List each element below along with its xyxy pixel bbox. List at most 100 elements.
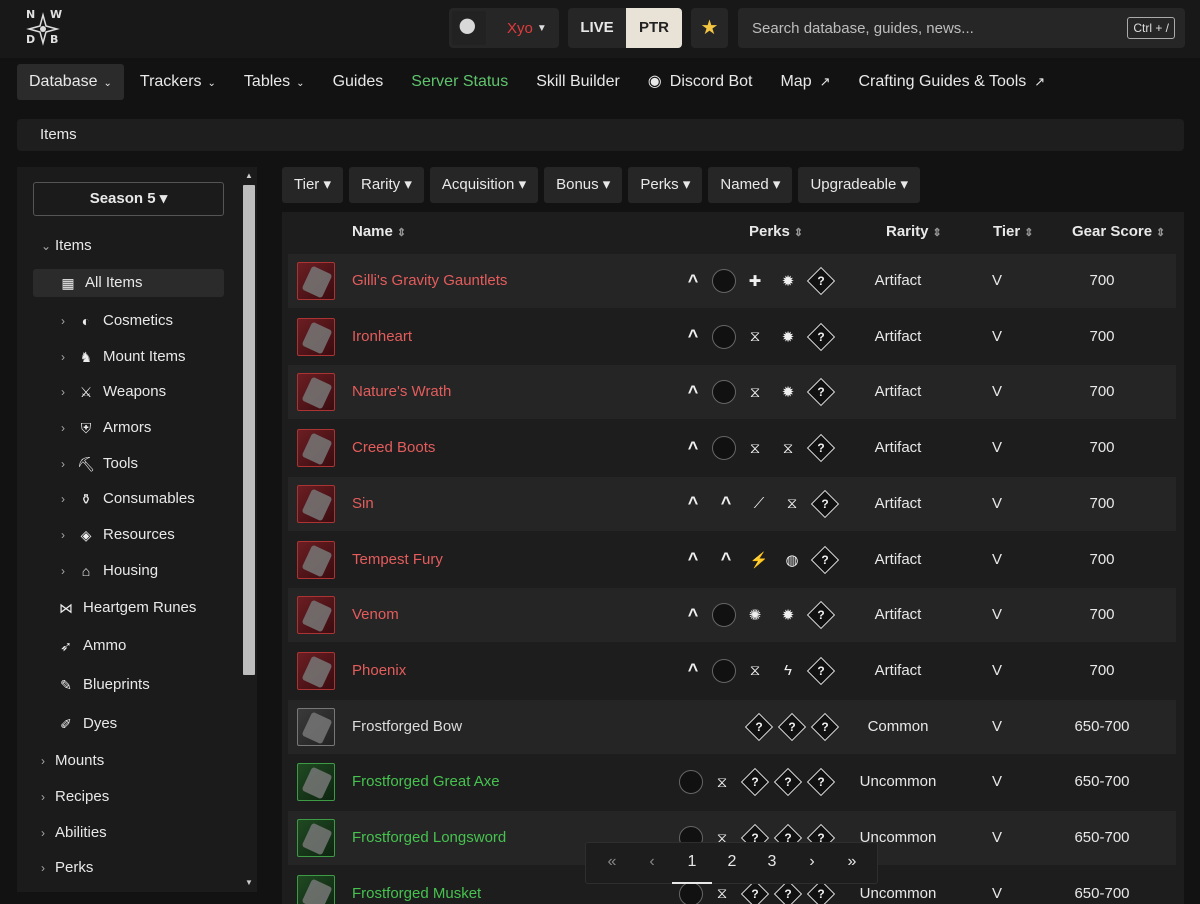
filter-bonus[interactable]: Bonus ▾ <box>544 167 623 203</box>
table-row[interactable]: Tempest Fury ^ ^ ⚡ ◍? Artifact V 700 <box>288 533 1176 587</box>
filter-perks[interactable]: Perks ▾ <box>628 167 703 203</box>
column-name[interactable]: Name ⇕ <box>352 223 406 240</box>
burst-icon[interactable]: ✺ <box>741 601 769 629</box>
user-menu[interactable]: Xyo ▼ <box>449 8 559 48</box>
prev-page-button[interactable]: ‹ <box>632 842 672 884</box>
filter-upgradeable[interactable]: Upgradeable ▾ <box>798 167 921 203</box>
sidebar-item-recipes[interactable]: › Recipes <box>41 783 109 811</box>
item-name-link[interactable]: Frostforged Longsword <box>352 829 506 846</box>
unknown-perk-icon[interactable]: ? <box>778 713 806 741</box>
upgrade-icon[interactable]: ^ <box>679 601 707 629</box>
upgrade-icon[interactable]: ^ <box>679 378 707 406</box>
page-3-button[interactable]: 3 <box>752 842 792 884</box>
table-row[interactable]: Frostforged Bow??? Common V 650-700 <box>288 699 1176 754</box>
unknown-perk-icon[interactable]: ? <box>807 323 835 351</box>
empty-gem-slot-icon[interactable] <box>679 881 703 904</box>
sidebar-item-perks[interactable]: › Perks <box>41 854 93 882</box>
site-logo[interactable]: N W D B <box>20 6 66 52</box>
hourglass-icon[interactable]: ⧖ <box>741 434 769 462</box>
upgrade-icon[interactable]: ^ <box>679 323 707 351</box>
hourglass-icon[interactable]: ⧖ <box>778 490 806 518</box>
empty-gem-slot-icon[interactable] <box>679 770 703 795</box>
sidebar-item-weapons[interactable]: › ⚔ Weapons <box>61 378 166 406</box>
unknown-perk-icon[interactable]: ? <box>741 768 769 796</box>
sidebar-item-ammo[interactable]: ➶ Ammo <box>55 632 126 660</box>
unknown-perk-icon[interactable]: ? <box>807 267 835 295</box>
scroll-up-icon[interactable]: ▲ <box>245 171 253 180</box>
unknown-perk-icon[interactable]: ? <box>807 434 835 462</box>
last-page-button[interactable]: » <box>832 842 872 884</box>
hourglass-icon[interactable]: ⧖ <box>774 434 802 462</box>
sidebar-item-consumables[interactable]: › ⚱ Consumables <box>61 485 195 513</box>
unknown-perk-icon[interactable]: ? <box>811 713 839 741</box>
sidebar-item-armors[interactable]: › ⛨ Armors <box>61 414 151 442</box>
filter-acquisition[interactable]: Acquisition ▾ <box>429 167 539 203</box>
column-gear-score[interactable]: Gear Score ⇕ <box>1072 223 1165 240</box>
sidebar-item-blueprints[interactable]: ✎ Blueprints <box>55 671 150 699</box>
table-row[interactable]: Nature's Wrath ^ ⧖ ✹? Artifact V 700 <box>288 365 1176 420</box>
bolt-icon[interactable]: ϟ <box>774 657 802 685</box>
scrollbar-thumb[interactable] <box>243 185 255 675</box>
sidebar-item-items[interactable]: ⌄ Items <box>41 232 92 260</box>
cross-icon[interactable]: ✚ <box>741 267 769 295</box>
hourglass-icon[interactable]: ⧖ <box>741 378 769 406</box>
empty-gem-slot-icon[interactable] <box>712 269 736 293</box>
item-name-link[interactable]: Venom <box>352 606 399 623</box>
upgrade-icon[interactable]: ^ <box>679 546 707 574</box>
sidebar-item-housing[interactable]: › ⌂ Housing <box>61 557 158 585</box>
nav-skill-builder[interactable]: Skill Builder <box>524 64 632 100</box>
nav-server-status[interactable]: Server Status <box>399 64 520 100</box>
table-row[interactable]: Phoenix ^ ⧖ ϟ? Artifact V 700 <box>288 644 1176 698</box>
item-name-link[interactable]: Frostforged Musket <box>352 885 481 902</box>
filter-tier[interactable]: Tier ▾ <box>282 167 343 203</box>
column-rarity[interactable]: Rarity ⇕ <box>886 223 942 240</box>
upgrade-icon[interactable]: ^ <box>712 490 740 518</box>
favorites-button[interactable]: ★ <box>691 8 728 48</box>
unknown-perk-icon[interactable]: ? <box>807 768 835 796</box>
unknown-perk-icon[interactable]: ? <box>807 657 835 685</box>
sidebar-item-dyes[interactable]: ✐ Dyes <box>55 710 117 738</box>
table-row[interactable]: Ironheart ^ ⧖ ✹? Artifact V 700 <box>288 310 1176 364</box>
item-name-link[interactable]: Frostforged Great Axe <box>352 773 500 790</box>
item-name-link[interactable]: Ironheart <box>352 328 412 345</box>
empty-gem-slot-icon[interactable] <box>712 324 736 349</box>
empty-gem-slot-icon[interactable] <box>712 436 736 461</box>
nav-map[interactable]: Map ↗ <box>768 64 842 100</box>
sidebar-item-all-items[interactable]: ▦ All Items <box>33 269 224 297</box>
upgrade-icon[interactable]: ^ <box>679 267 707 295</box>
sidebar-item-mounts[interactable]: › Mounts <box>41 747 104 775</box>
sidebar-item-mount-items[interactable]: › ♞ Mount Items <box>61 343 186 371</box>
table-row[interactable]: Venom ^ ✺ ✹? Artifact V 700 <box>288 588 1176 643</box>
nav-crafting-guides[interactable]: Crafting Guides & Tools ↗ <box>847 64 1058 100</box>
sidebar-item-tools[interactable]: › ⛏ Tools <box>61 450 138 478</box>
filter-rarity[interactable]: Rarity ▾ <box>348 167 424 203</box>
filter-named[interactable]: Named ▾ <box>708 167 793 203</box>
sidebar-item-cosmetics[interactable]: › ◐ Cosmetics <box>61 307 173 335</box>
sidebar-item-abilities[interactable]: › Abilities <box>41 819 107 847</box>
sidebar-item-resources[interactable]: › ◈ Resources <box>61 521 175 549</box>
lightning-icon[interactable]: ⚡ <box>745 546 773 574</box>
item-name-link[interactable]: Phoenix <box>352 662 406 679</box>
gear-icon[interactable]: ✹ <box>774 323 802 351</box>
empty-gem-slot-icon[interactable] <box>712 380 736 405</box>
scroll-down-icon[interactable]: ▼ <box>245 878 253 887</box>
gear-icon[interactable]: ✹ <box>774 267 802 295</box>
upgrade-icon[interactable]: ^ <box>679 434 707 462</box>
page-2-button[interactable]: 2 <box>712 842 752 884</box>
column-perks[interactable]: Perks ⇕ <box>749 223 803 240</box>
unknown-perk-icon[interactable]: ? <box>811 490 839 518</box>
table-row[interactable]: Frostforged Great Axe ⧖??? Uncommon V 650-70… <box>288 755 1176 809</box>
empty-gem-slot-icon[interactable] <box>712 658 736 683</box>
nav-trackers[interactable]: Trackers ⌄ <box>128 64 228 100</box>
nav-guides[interactable]: Guides <box>321 64 396 100</box>
column-tier[interactable]: Tier ⇕ <box>993 223 1033 240</box>
search-input[interactable] <box>738 8 1118 48</box>
unknown-perk-icon[interactable]: ? <box>807 378 835 406</box>
live-button[interactable]: LIVE <box>568 8 626 48</box>
table-row[interactable]: Creed Boots ^ ⧖ ⧖? Artifact V 700 <box>288 421 1176 475</box>
item-name-link[interactable]: Tempest Fury <box>352 551 443 568</box>
upgrade-icon[interactable]: ^ <box>712 546 740 574</box>
hourglass-icon[interactable]: ⧖ <box>741 657 769 685</box>
unknown-perk-icon[interactable]: ? <box>774 768 802 796</box>
page-1-button[interactable]: 1 <box>672 842 712 884</box>
